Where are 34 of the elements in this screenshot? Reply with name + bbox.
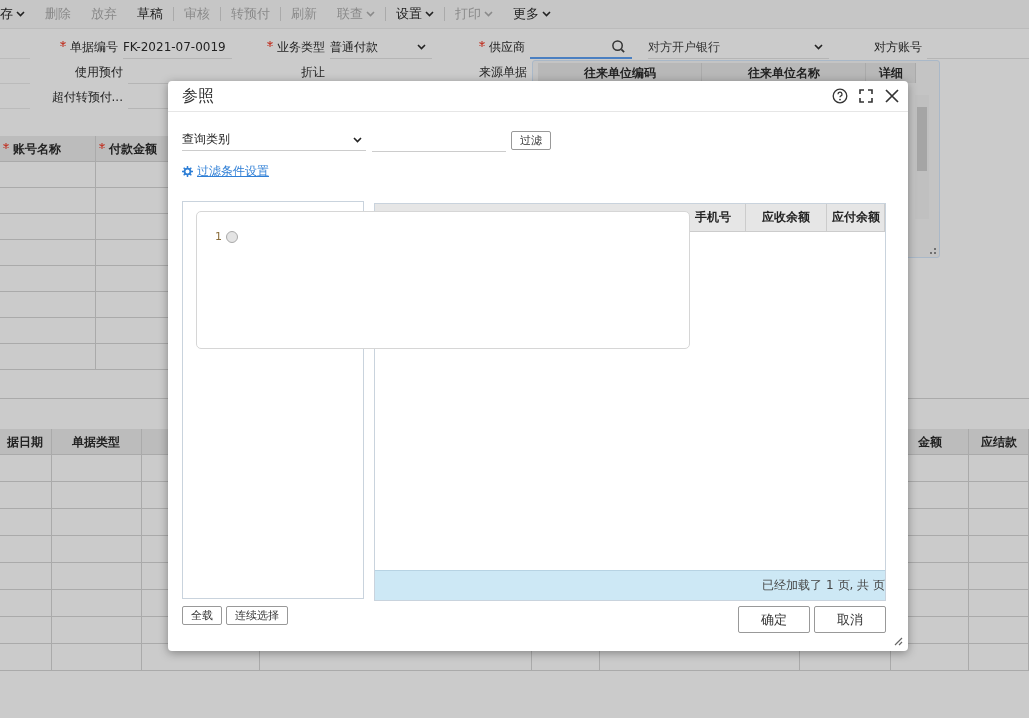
dialog-button[interactable]: 取消: [814, 606, 886, 633]
column-header: 账号名称: [0, 136, 96, 162]
toolbar-button[interactable]: 草稿: [127, 5, 173, 23]
item-number: 1: [215, 230, 222, 243]
column-header: 详细: [866, 63, 916, 83]
field-label: 业务类型: [231, 39, 330, 56]
filter-settings-link[interactable]: 过滤条件设置: [197, 162, 269, 180]
field-label: 超付转预付...: [50, 89, 124, 106]
dialog-button[interactable]: 确定: [738, 606, 810, 633]
toolbar-button[interactable]: 更多: [503, 5, 561, 23]
field-label: 来源单据: [478, 64, 528, 81]
column-header: 应收余额: [746, 204, 828, 231]
toolbar-button[interactable]: 设置: [386, 5, 444, 23]
field-label: 使用预付: [74, 64, 124, 81]
status-text: 已经加载了 1 页, 共 页: [375, 570, 885, 600]
field-label: 单据编号: [29, 39, 123, 56]
select-field[interactable]: 查询类别: [182, 129, 366, 151]
field-label: 供应商: [432, 39, 530, 56]
column-header: 往来单位编码: [538, 63, 702, 83]
button[interactable]: 连续选择: [226, 606, 288, 625]
filter-button[interactable]: 过滤: [511, 130, 551, 150]
toolbar-button[interactable]: 存: [0, 5, 35, 23]
column-header: 应结款: [969, 429, 1029, 455]
column-header: 据日期: [0, 429, 52, 455]
column-header: 应付余额: [827, 204, 885, 231]
button[interactable]: 全载: [182, 606, 222, 625]
select-field[interactable]: 普通付款: [329, 36, 432, 59]
select-field[interactable]: 对方开户银行: [648, 36, 829, 59]
column-header: 往来单位名称: [702, 63, 866, 83]
column-header: 单据类型: [51, 429, 143, 455]
input-field[interactable]: FK-2021-07-0019: [122, 36, 232, 59]
field-label: 折让: [300, 64, 326, 81]
field-label: 对方账号: [872, 39, 923, 56]
dialog-title: 参照: [182, 85, 214, 107]
